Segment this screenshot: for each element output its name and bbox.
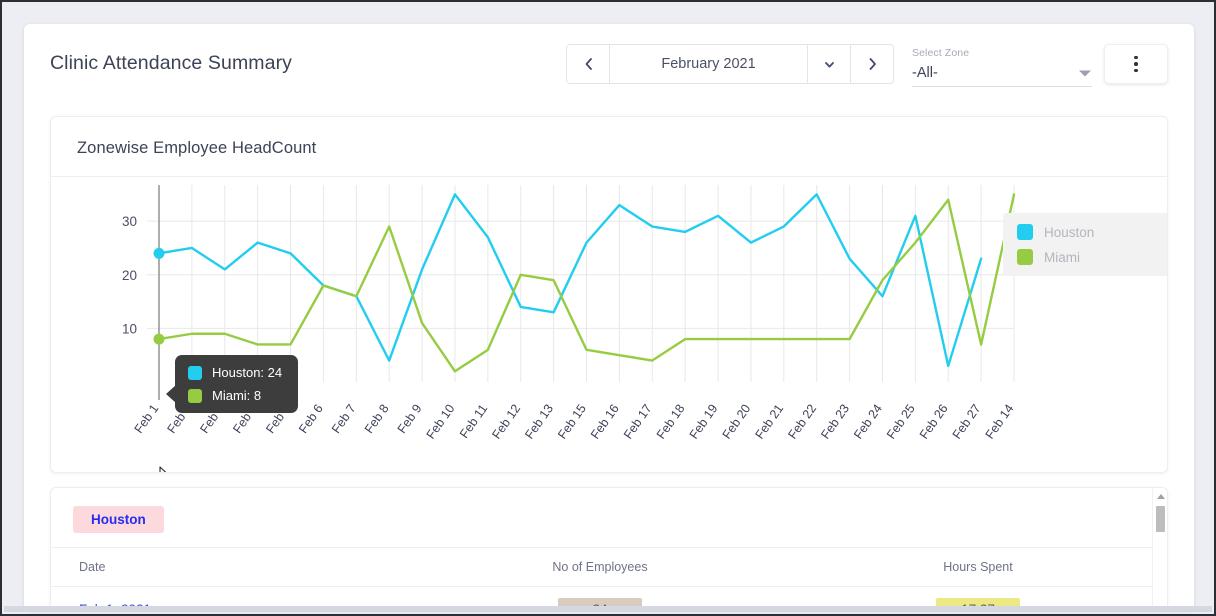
prev-period-button[interactable] — [567, 45, 609, 83]
legend-swatch-houston — [1017, 224, 1033, 240]
column-header-date[interactable]: Date — [51, 547, 411, 587]
page-title: Clinic Attendance Summary — [50, 51, 293, 74]
svg-text:Feb 20: Feb 20 — [720, 402, 754, 442]
table-scrollbar[interactable] — [1152, 488, 1167, 610]
svg-text:Feb 27: Feb 27 — [950, 402, 984, 442]
page-bottom-scroll-strip[interactable] — [4, 606, 1212, 612]
svg-text:Feb 16: Feb 16 — [588, 402, 622, 442]
app-header: Clinic Attendance Summary February 2021 — [24, 24, 1194, 102]
table-header-row: Date No of Employees Hours Spent — [51, 547, 1167, 587]
svg-text:Feb 17: Feb 17 — [621, 402, 655, 442]
select-zone-field[interactable]: Select Zone -All- — [912, 44, 1092, 87]
select-zone-label: Select Zone — [912, 47, 970, 59]
column-header-hours[interactable]: Hours Spent — [789, 547, 1167, 587]
svg-text:Feb 15: Feb 15 — [555, 402, 589, 442]
svg-text:Feb 7: Feb 7 — [329, 402, 359, 436]
tooltip-swatch-miami — [188, 388, 202, 403]
legend-label-houston: Houston — [1044, 224, 1095, 240]
dropdown-caret-icon — [1078, 69, 1092, 78]
table-head: Date No of Employees Hours Spent — [51, 547, 1167, 587]
more-options-button[interactable] — [1104, 44, 1168, 84]
chart-legend: Houston Miami — [1003, 213, 1167, 276]
tooltip-label-houston: Houston: 24 — [212, 365, 283, 380]
svg-text:Feb 23: Feb 23 — [818, 402, 852, 442]
column-header-employees[interactable]: No of Employees — [411, 547, 789, 587]
current-period-label[interactable]: February 2021 — [610, 45, 807, 83]
svg-text:Feb 18: Feb 18 — [654, 402, 688, 442]
svg-text:20: 20 — [122, 268, 137, 283]
chart-svg: 102030Feb 1 Feb 2 Feb 3 Feb 4 Feb 5 Feb 6 Feb … — [122, 185, 1017, 442]
chart-tooltip: Houston: 24 Miami: 8 — [165, 355, 299, 413]
attendance-table: Date No of Employees Hours Spent Feb 1, … — [51, 547, 1167, 610]
svg-text:Feb 13: Feb 13 — [522, 402, 556, 442]
svg-text:30: 30 — [122, 214, 137, 229]
legend-item-houston[interactable]: Houston — [1017, 224, 1165, 240]
svg-text:Feb 12: Feb 12 — [489, 402, 523, 442]
select-zone-value-row[interactable]: -All- — [912, 60, 1092, 87]
svg-text:Feb 24: Feb 24 — [851, 402, 885, 442]
legend-label-miami: Miami — [1044, 249, 1080, 265]
next-period-button[interactable] — [851, 45, 893, 83]
period-expand-button[interactable] — [808, 45, 850, 83]
line-chart[interactable]: 10 20 30 Feb 1 Feb 2 Feb 3 Feb 4 Feb 5 Feb 6 Feb … — [51, 177, 1167, 472]
svg-text:Feb 26: Feb 26 — [917, 402, 951, 442]
tooltip-swatch-houston — [188, 365, 202, 380]
legend-swatch-miami — [1017, 249, 1033, 265]
chevron-right-icon — [869, 58, 876, 70]
tooltip-row-houston: Houston: 24 — [188, 365, 282, 380]
attendance-table-card: Houston Date No of Employees Hours Spent… — [50, 487, 1168, 610]
kebab-dot-1 — [1134, 55, 1138, 60]
svg-text:10: 10 — [122, 321, 137, 336]
svg-text:Feb 10: Feb 10 — [424, 402, 458, 442]
svg-text:Feb 11: Feb 11 — [457, 402, 490, 441]
kebab-dot-3 — [1134, 68, 1138, 73]
select-zone-value: -All- — [912, 65, 938, 81]
triangle-up-icon — [1156, 493, 1165, 499]
chevron-left-icon — [585, 58, 592, 70]
zone-tab-list: Houston — [51, 488, 1167, 533]
zone-tab-houston[interactable]: Houston — [73, 506, 164, 533]
svg-text:Feb 21: Feb 21 — [752, 402, 786, 442]
svg-text:Feb 1: Feb 1 — [132, 402, 162, 436]
mouse-cursor-icon — [159, 466, 167, 472]
chart-title: Zonewise Employee HeadCount — [77, 139, 317, 157]
legend-item-miami[interactable]: Miami — [1017, 249, 1165, 265]
svg-text:Feb 25: Feb 25 — [884, 402, 918, 442]
svg-text:Feb 19: Feb 19 — [687, 402, 721, 442]
chart-card: Zonewise Employee HeadCount 10 20 30 Feb 1 F… — [50, 116, 1168, 473]
scroll-up-button[interactable] — [1153, 488, 1167, 504]
svg-text:Feb 22: Feb 22 — [785, 402, 819, 442]
tooltip-row-miami: Miami: 8 — [188, 388, 282, 403]
chevron-down-icon — [824, 61, 834, 67]
header-controls: February 2021 Select Zone -All- — [566, 44, 1168, 87]
svg-text:Feb 8: Feb 8 — [362, 402, 392, 436]
tooltip-label-miami: Miami: 8 — [212, 388, 262, 403]
kebab-dot-2 — [1134, 62, 1138, 66]
date-navigator: February 2021 — [566, 44, 894, 84]
svg-text:Feb 6: Feb 6 — [296, 402, 326, 436]
svg-text:Feb 9: Feb 9 — [395, 402, 425, 436]
svg-text:Feb 14: Feb 14 — [983, 402, 1017, 442]
page-card: Clinic Attendance Summary February 2021 — [24, 24, 1194, 610]
scrollbar-thumb[interactable] — [1155, 506, 1165, 532]
